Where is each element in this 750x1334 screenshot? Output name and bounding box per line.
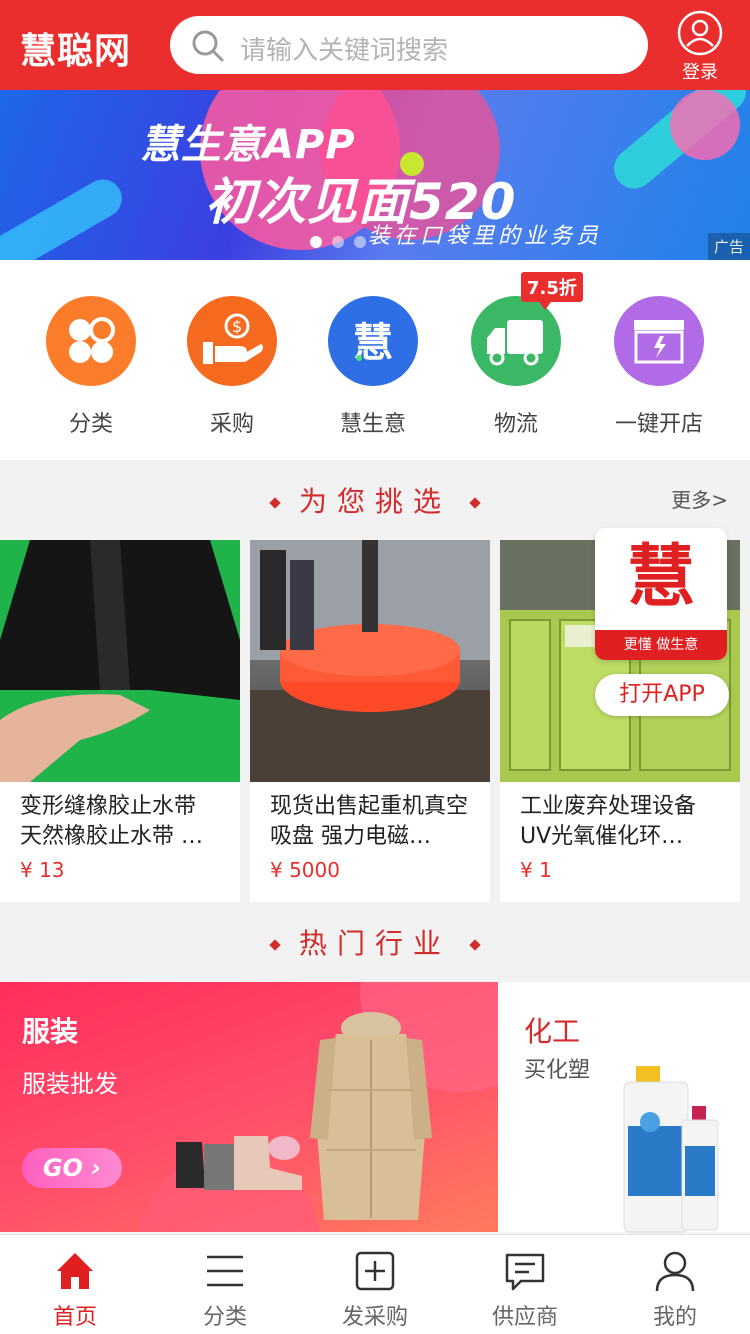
hand-coin-icon: $ xyxy=(187,296,277,386)
industry-subtitle: 买化塑 xyxy=(524,1058,591,1083)
menu-icon xyxy=(207,1255,243,1287)
banner-decor xyxy=(670,90,740,160)
user-icon xyxy=(655,1251,695,1292)
plus-square-icon xyxy=(355,1251,395,1291)
discount-badge: 7.5折 xyxy=(521,272,583,310)
tab-label: 首页 xyxy=(52,1305,97,1330)
search-icon xyxy=(192,30,224,62)
quick-nav-label: 分类 xyxy=(68,412,113,437)
promo-banner[interactable]: 慧生意APP 初次见面520 装在口袋里的业务员 广告 xyxy=(0,90,750,260)
diamond-icon xyxy=(269,497,281,509)
tab-home[interactable]: 首页 xyxy=(0,1249,150,1331)
app-promo-card[interactable]: 慧 更懂 做生意 xyxy=(595,528,727,660)
store-icon xyxy=(614,296,704,386)
bottom-tab-bar: 首页 分类 发采购 供应商 我的 xyxy=(0,1234,750,1334)
open-app-button[interactable]: 打开APP xyxy=(595,674,729,716)
quick-nav: 分类 $ 采购 慧 慧生意 7.5折 物流 一键开店 xyxy=(0,260,750,460)
product-card[interactable]: 变形缝橡胶止水带 天然橡胶止水带 … ¥ 13 xyxy=(0,540,240,902)
ad-tag: 广告 xyxy=(707,233,750,260)
login-button[interactable]: 登录 xyxy=(672,10,728,83)
product-title: 工业废弃处理设备 UV光氧催化环… xyxy=(520,794,697,849)
industry-subtitle: 服装批发 xyxy=(22,1070,118,1098)
quick-nav-open-store[interactable]: 一键开店 xyxy=(589,296,729,438)
industry-title-text: 热门行业 xyxy=(298,927,451,960)
truck-icon: 7.5折 xyxy=(471,272,583,386)
picks-section-title: 为您挑选 xyxy=(0,480,750,520)
app-screen: 慧聪网 请输入关键词搜索 登录 慧生意APP 初次见面520 装在口袋里的业务员 xyxy=(0,0,750,1334)
picks-title-text: 为您挑选 xyxy=(298,485,451,518)
tab-label: 我的 xyxy=(652,1305,697,1330)
product-card[interactable]: 现货出售起重机真空吸盘 强力电磁… ¥ 5000 xyxy=(250,540,490,902)
banner-decor xyxy=(0,172,129,260)
industry-title: 服装 xyxy=(22,1015,79,1048)
tab-label: 分类 xyxy=(202,1305,247,1330)
banner-slogan: 装在口袋里的业务员 xyxy=(368,224,603,249)
tab-post-purchase[interactable]: 发采购 xyxy=(300,1249,450,1331)
top-header: 慧聪网 请输入关键词搜索 登录 xyxy=(0,0,750,90)
quick-nav-logistics[interactable]: 7.5折 物流 xyxy=(446,272,586,438)
quick-nav-label: 慧生意 xyxy=(339,412,406,437)
app-slogan: 更懂 做生意 xyxy=(595,630,727,660)
industry-section-header: 热门行业 xyxy=(0,902,750,982)
diamond-icon xyxy=(269,939,281,951)
hui-app-logo: 慧 xyxy=(626,538,695,617)
site-logo[interactable]: 慧聪网 xyxy=(20,22,131,74)
product-price: ¥ 13 xyxy=(20,858,65,882)
industry-title: 化工 xyxy=(524,1015,581,1048)
industry-card-apparel[interactable]: 服装 服装批发 GO › xyxy=(0,982,498,1232)
hui-logo-icon: 慧 xyxy=(328,296,418,386)
more-link[interactable]: 更多> xyxy=(671,484,728,513)
chemical-bottles-image xyxy=(623,1066,719,1233)
home-icon xyxy=(57,1253,93,1289)
chat-icon xyxy=(505,1253,545,1291)
diamond-icon xyxy=(469,497,481,509)
go-button[interactable]: GO › xyxy=(22,1148,122,1188)
tab-mine[interactable]: 我的 xyxy=(600,1249,750,1331)
quick-nav-label: 采购 xyxy=(209,412,254,437)
open-app-widget[interactable]: 慧 更懂 做生意 打开APP xyxy=(595,528,729,718)
quick-nav-purchase[interactable]: $ 采购 xyxy=(162,296,302,438)
product-image xyxy=(250,540,490,782)
product-image xyxy=(0,540,240,782)
industry-section-title: 热门行业 xyxy=(0,922,750,962)
quick-nav-huishengyi[interactable]: 慧 慧生意 xyxy=(303,296,443,438)
login-label: 登录 xyxy=(682,62,718,83)
tab-label: 发采购 xyxy=(341,1305,408,1330)
product-price: ¥ 5000 xyxy=(270,858,340,882)
quick-nav-label: 物流 xyxy=(493,412,538,437)
search-bar[interactable]: 请输入关键词搜索 xyxy=(170,16,648,74)
product-title: 变形缝橡胶止水带 天然橡胶止水带 … xyxy=(20,794,203,849)
carousel-indicator[interactable] xyxy=(310,236,366,248)
quick-nav-label: 一键开店 xyxy=(614,412,703,437)
picks-section-header: 为您挑选 更多> xyxy=(0,460,750,538)
quick-nav-category[interactable]: 分类 xyxy=(21,296,161,438)
carousel-dot[interactable] xyxy=(354,236,366,248)
carousel-dot[interactable] xyxy=(332,236,344,248)
product-title: 现货出售起重机真空吸盘 强力电磁… xyxy=(270,794,469,849)
search-placeholder: 请输入关键词搜索 xyxy=(240,36,449,66)
svg-text:$: $ xyxy=(232,317,242,336)
tab-category[interactable]: 分类 xyxy=(150,1249,300,1331)
tab-label: 供应商 xyxy=(491,1305,558,1330)
product-price: ¥ 1 xyxy=(520,858,552,882)
boots-image xyxy=(176,1136,302,1190)
coat-image xyxy=(310,1012,432,1220)
user-circle-icon xyxy=(677,10,723,56)
diamond-icon xyxy=(469,939,481,951)
tab-suppliers[interactable]: 供应商 xyxy=(450,1249,600,1331)
carousel-dot[interactable] xyxy=(310,236,322,248)
clover-icon xyxy=(46,296,136,386)
